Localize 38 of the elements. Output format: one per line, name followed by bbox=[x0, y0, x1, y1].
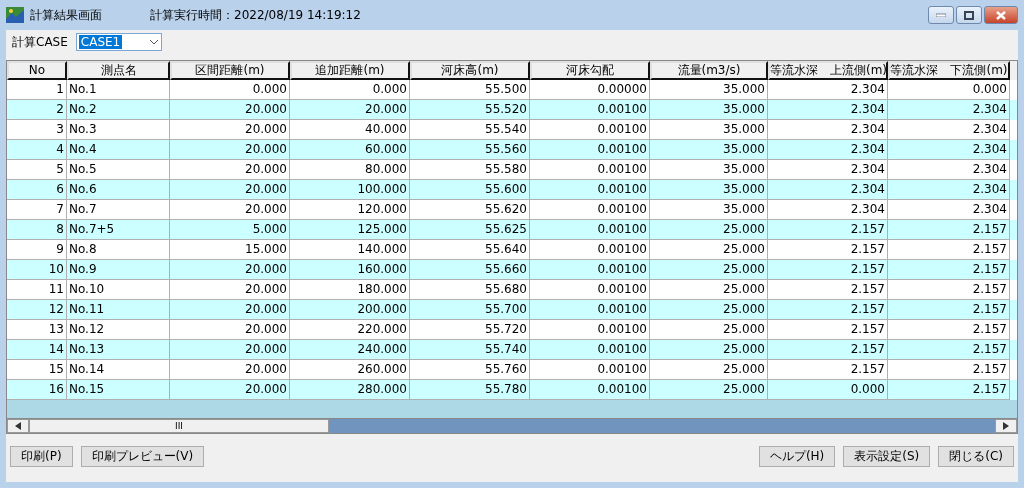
table-cell: 0.00100 bbox=[530, 380, 650, 400]
table-cell: 25.000 bbox=[650, 380, 768, 400]
column-header[interactable]: No bbox=[7, 61, 67, 80]
maximize-icon bbox=[964, 10, 974, 20]
maximize-button[interactable] bbox=[956, 6, 982, 24]
scrollbar-thumb[interactable]: III bbox=[29, 419, 329, 433]
column-header[interactable]: 等流水深 下流側(m) bbox=[888, 61, 1010, 80]
run-time: 計算実行時間：2022/08/19 14:19:12 bbox=[150, 6, 361, 24]
action-button[interactable]: ヘルプ(H) bbox=[758, 446, 836, 467]
close-icon bbox=[996, 10, 1006, 20]
left-arrow-icon[interactable] bbox=[15, 422, 21, 430]
table-cell: 16 bbox=[7, 380, 67, 400]
column-header[interactable]: 測点名 bbox=[67, 61, 170, 80]
action-button[interactable]: 印刷プレビュー(V) bbox=[80, 446, 205, 467]
table-cell: 55.780 bbox=[410, 380, 530, 400]
column-header[interactable]: 区間距離(m) bbox=[170, 61, 290, 80]
column-header[interactable]: 等流水深 上流側(m) bbox=[768, 61, 888, 80]
action-button[interactable]: 閉じる(C) bbox=[938, 446, 1014, 467]
table-cell: 2.157 bbox=[888, 380, 1010, 400]
column-header[interactable]: 流量(m3/s) bbox=[650, 61, 768, 80]
table-cell: No.15 bbox=[67, 380, 170, 400]
table-cell: 20.000 bbox=[170, 380, 290, 400]
table-cell: 0.000 bbox=[768, 380, 888, 400]
horizontal-scrollbar[interactable]: III bbox=[7, 418, 1017, 433]
chevron-icon bbox=[148, 39, 159, 45]
app-icon bbox=[6, 7, 24, 23]
column-header[interactable]: 河床勾配 bbox=[530, 61, 650, 80]
window-title: 計算結果画面 bbox=[30, 6, 102, 24]
column-header[interactable]: 追加距離(m) bbox=[290, 61, 410, 80]
table-cell: 280.000 bbox=[290, 380, 410, 400]
minimize-icon bbox=[936, 13, 946, 17]
right-arrow-icon[interactable] bbox=[1003, 422, 1009, 430]
action-button[interactable]: 印刷(P) bbox=[10, 446, 73, 467]
action-button[interactable]: 表示設定(S) bbox=[843, 446, 931, 467]
case-label: 計算CASE bbox=[12, 33, 68, 51]
close-button[interactable] bbox=[984, 6, 1018, 24]
case-dropdown[interactable]: CASE1 bbox=[75, 33, 162, 51]
column-header[interactable]: 河床高(m) bbox=[410, 61, 530, 80]
